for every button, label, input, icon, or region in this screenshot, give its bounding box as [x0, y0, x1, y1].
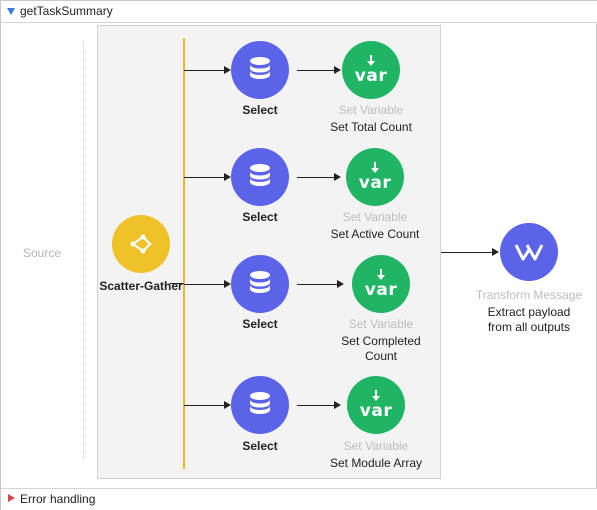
database-icon: [250, 271, 270, 293]
route-2-arrow2-line: [297, 177, 334, 178]
route-1-set-variable-type: Set Variable: [338, 103, 404, 117]
transform-message-name-line1: Extract payload: [487, 305, 571, 319]
route-2-set-variable-type: Set Variable: [342, 210, 408, 224]
route-2-set-variable-node[interactable]: var: [346, 148, 404, 206]
route-3-arrow2-head-icon: [337, 280, 344, 288]
source-divider: [83, 41, 84, 461]
var-icon: var: [364, 280, 398, 300]
var-icon: var: [358, 173, 392, 193]
error-handling-bar[interactable]: Error handling: [1, 488, 597, 510]
dataweave-icon: [514, 244, 544, 261]
route-3-set-variable-node[interactable]: var: [352, 255, 410, 313]
route-4-set-variable-name: Set Module Array: [329, 456, 423, 470]
route-1-arrow2-head-icon: [334, 66, 341, 74]
database-icon: [250, 57, 270, 79]
scatter-gather-node[interactable]: [112, 215, 170, 273]
route-3-set-variable-type: Set Variable: [348, 317, 414, 331]
route-3-set-variable-name-line1: Set Completed: [341, 334, 421, 348]
route-4-set-variable-type: Set Variable: [343, 439, 409, 453]
route-3-arrowhead-icon: [224, 280, 231, 288]
route-4-select-node[interactable]: [231, 376, 289, 434]
transform-message-type: Transform Message: [475, 288, 583, 302]
var-icon: var: [359, 401, 393, 421]
route-2-select-node[interactable]: [231, 148, 289, 206]
route-1-set-variable-node[interactable]: var: [342, 41, 400, 99]
scatter-gather-label: Scatter-Gather: [99, 279, 183, 293]
expand-triangle-icon[interactable]: [8, 494, 15, 502]
route-1-arrow2-line: [297, 70, 334, 71]
route-3-select-label: Select: [242, 317, 278, 331]
flow-header[interactable]: getTaskSummary: [1, 1, 597, 23]
transform-message-node[interactable]: [500, 223, 558, 281]
route-1-arrow-line: [184, 70, 224, 71]
route-1-select-node[interactable]: [231, 41, 289, 99]
route-3-set-variable-name-line2: Count: [364, 349, 398, 363]
route-3-select-node[interactable]: [231, 255, 289, 313]
route-2-arrow-line: [184, 177, 224, 178]
route-1-select-label: Select: [242, 103, 278, 117]
scatter-gather-icon: [130, 234, 152, 254]
error-handling-label: Error handling: [20, 492, 96, 506]
route-4-select-label: Select: [242, 439, 278, 453]
source-label[interactable]: Source: [1, 246, 83, 260]
route-4-arrow2-line: [297, 405, 334, 406]
route-1-set-variable-name: Set Total Count: [330, 120, 412, 134]
database-icon: [250, 392, 270, 414]
transform-connector-line: [441, 252, 493, 253]
collapse-triangle-icon[interactable]: [7, 8, 15, 15]
route-4-arrow2-head-icon: [334, 401, 341, 409]
transform-message-name-line2: from all outputs: [487, 320, 571, 334]
transform-arrowhead-icon: [492, 248, 499, 256]
route-4-arrowhead-icon: [224, 401, 231, 409]
route-3-arrow-line: [184, 284, 224, 285]
var-icon: var: [354, 66, 388, 86]
route-2-arrow2-head-icon: [334, 173, 341, 181]
route-2-select-label: Select: [242, 210, 278, 224]
route-2-arrowhead-icon: [224, 173, 231, 181]
scatter-gather-connector: [170, 283, 184, 284]
route-3-arrow2-line: [297, 284, 337, 285]
route-1-arrowhead-icon: [224, 66, 231, 74]
route-4-set-variable-node[interactable]: var: [347, 376, 405, 434]
database-icon: [250, 164, 270, 186]
flow-canvas: getTaskSummary Source Scatter-Gather Sel…: [0, 0, 597, 510]
flow-title: getTaskSummary: [20, 4, 113, 18]
route-4-arrow-line: [184, 405, 224, 406]
route-2-set-variable-name: Set Active Count: [330, 227, 420, 241]
